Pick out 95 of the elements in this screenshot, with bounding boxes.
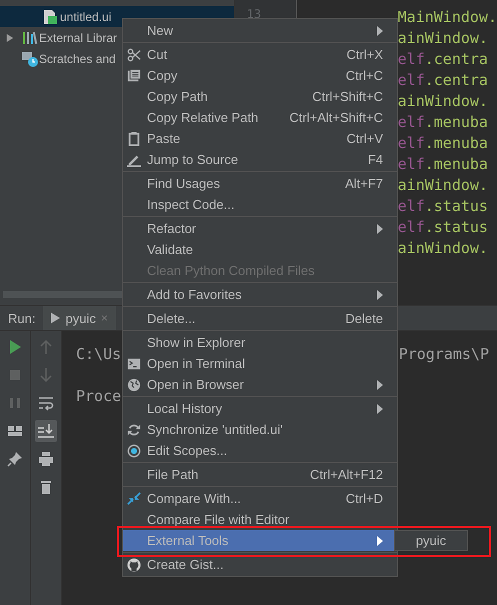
menu-item-label: File Path [147, 467, 200, 482]
play-icon [51, 312, 60, 324]
terminal-icon [127, 356, 141, 370]
code-line: ainWindow. [398, 28, 489, 49]
code-line: MainWindow. [398, 7, 497, 28]
menu-item[interactable]: Create Gist... [123, 554, 397, 575]
expand-arrow-icon[interactable] [6, 32, 14, 42]
pin-icon[interactable] [7, 451, 23, 467]
shortcut-text: F4 [368, 152, 383, 167]
menu-item-label: Validate [147, 242, 194, 257]
menu-item[interactable]: Open in Browser [123, 374, 397, 395]
shortcut-text: Ctrl+D [346, 491, 383, 506]
copy-icon [127, 68, 141, 82]
menu-item[interactable]: Synchronize 'untitled.ui' [123, 419, 397, 440]
menu-item[interactable]: Compare File with Editor [123, 509, 397, 530]
menu-item[interactable]: Validate [123, 239, 397, 260]
menu-item[interactable]: Copy Path Ctrl+Shift+C [123, 86, 397, 107]
menu-item-label: Local History [147, 401, 224, 416]
code-line: elf.status [398, 217, 489, 238]
target-icon [127, 444, 141, 458]
console-text: Programs\P [398, 345, 489, 365]
wrap-icon[interactable] [38, 395, 54, 411]
console-text: Proce [76, 387, 122, 407]
code-line: elf.centra [398, 49, 489, 70]
code-line: ainWindow. [398, 91, 489, 112]
run-label: Run: [7, 310, 36, 326]
menu-item-label: Copy Path [147, 89, 209, 104]
menu-item[interactable]: Local History [123, 398, 397, 419]
menu-item[interactable]: Show in Explorer [123, 332, 397, 353]
scissors-icon [127, 48, 141, 62]
menu-item[interactable]: Copy Ctrl+C [123, 65, 397, 86]
sync-icon [127, 422, 141, 436]
menu-item-label: Create Gist... [147, 557, 225, 572]
scratch-clock-icon [22, 50, 38, 66]
menu-item[interactable]: Delete... Delete [123, 308, 397, 329]
menu-item[interactable]: Cut Ctrl+X [123, 44, 397, 65]
shortcut-text: Ctrl+Alt+F12 [310, 467, 383, 482]
menu-item[interactable]: Edit Scopes... [123, 440, 397, 461]
run-tab[interactable]: pyuic × [43, 306, 116, 330]
code-line: elf.menuba [398, 112, 489, 133]
menu-item-label: Jump to Source [147, 152, 240, 167]
code-line: elf.status [398, 196, 489, 217]
code-line: ainWindow. [398, 175, 489, 196]
menu-item-label: Open in Browser [147, 377, 245, 392]
menu-item[interactable]: Inspect Code... [123, 194, 397, 215]
cat-silhouette-icon [127, 558, 141, 572]
library-icon [22, 30, 38, 46]
layout-icon[interactable] [7, 423, 23, 439]
file-icon [42, 8, 58, 24]
shortcut-text: Delete [345, 311, 383, 326]
menu-item[interactable]: Copy Relative Path Ctrl+Alt+Shift+C [123, 107, 397, 128]
pencil-icon [127, 152, 141, 166]
menu-item-label: Compare With... [147, 491, 242, 506]
code-line: elf.menuba [398, 133, 489, 154]
menu-item-label: Refactor [147, 221, 198, 236]
menu-item-label: Add to Favorites [147, 287, 243, 302]
code-line: elf.menuba [398, 154, 489, 175]
clipboard-icon [127, 132, 141, 146]
menu-item[interactable]: Open in Terminal [123, 353, 397, 374]
shortcut-text: Ctrl+V [346, 131, 383, 146]
menu-item-label: External Tools [147, 533, 230, 548]
shortcut-text: Ctrl+Shift+C [312, 89, 383, 104]
menu-item[interactable]: File Path Ctrl+Alt+F12 [123, 464, 397, 485]
scroll-to-end-icon[interactable] [35, 420, 57, 442]
shortcut-text: Ctrl+X [346, 47, 383, 62]
menu-item-label: Inspect Code... [147, 197, 236, 212]
menu-item-label: Find Usages [147, 176, 221, 191]
shortcut-text: Ctrl+C [346, 68, 383, 83]
shortcut-text: Ctrl+Alt+Shift+C [289, 110, 383, 125]
menu-item[interactable]: Refactor [123, 218, 397, 239]
menu-item-label: Copy Relative Path [147, 110, 260, 125]
menu-item-label: Synchronize 'untitled.ui' [147, 422, 284, 437]
shortcut-text: Alt+F7 [345, 176, 383, 191]
menu-item[interactable]: Find Usages Alt+F7 [123, 173, 397, 194]
console-text: C:\Us [76, 345, 122, 365]
menu-item-label: Copy [147, 68, 178, 83]
compare-arrows-icon [127, 492, 141, 506]
menu-item-label: Cut [147, 47, 168, 62]
menu-item-label: Edit Scopes... [147, 443, 228, 458]
run-icon[interactable] [7, 339, 23, 355]
menu-item-label: Delete... [147, 311, 196, 326]
menu-item[interactable]: Add to Favorites [123, 284, 397, 305]
menu-item-label: Open in Terminal [147, 356, 246, 371]
code-line: ainWindow. [398, 238, 489, 259]
menu-item-label: Paste [147, 131, 182, 146]
menu-item-label: Show in Explorer [147, 335, 246, 350]
print-icon[interactable] [38, 451, 54, 467]
globe-icon [127, 378, 141, 392]
menu-item-label: Compare File with Editor [147, 512, 290, 527]
menu-item[interactable]: Jump to Source F4 [123, 149, 397, 170]
trash-icon[interactable] [38, 479, 54, 495]
menu-item[interactable]: Compare With... Ctrl+D [123, 488, 397, 509]
menu-item[interactable]: Paste Ctrl+V [123, 128, 397, 149]
code-line: elf.centra [398, 70, 489, 91]
submenu-item[interactable]: pyuic [395, 531, 467, 550]
